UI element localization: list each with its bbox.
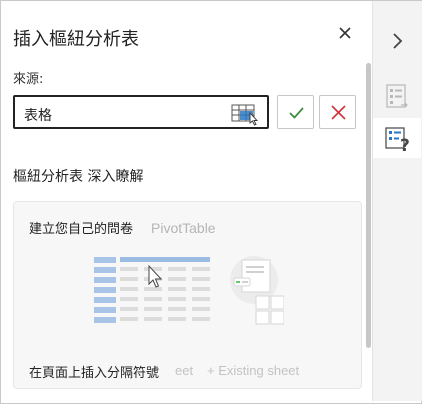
card-line-primary: 建立您自己的問卷 xyxy=(29,222,134,237)
pivot-help-button[interactable]: ? xyxy=(372,118,421,158)
x-icon xyxy=(331,105,346,120)
pivot-help-icon: ? xyxy=(385,127,410,156)
checkmark-icon xyxy=(289,107,304,119)
source-value: 表格 xyxy=(24,108,52,124)
card-ghost-existing-sheet: + Existing sheet xyxy=(207,363,300,378)
pane-scrollbar[interactable] xyxy=(366,63,371,348)
confirm-button[interactable] xyxy=(277,95,314,129)
source-label: 來源: xyxy=(13,72,44,87)
insert-pivot-pane: 插入樞紐分析表 來源: 表格 樞紐分析表 深入瞭解 建立您自己的問卷 Pivot… xyxy=(1,1,371,401)
svg-text:?: ? xyxy=(400,136,410,156)
field-list-icon xyxy=(386,84,408,108)
card-line-secondary: 在頁面上插入分隔符號 xyxy=(29,366,160,381)
insights-heading: 樞紐分析表 深入瞭解 xyxy=(13,169,144,185)
collapse-pane-button[interactable] xyxy=(372,22,421,62)
card-ghost-new-sheet: eet xyxy=(175,363,194,378)
source-input[interactable]: 表格 xyxy=(13,95,269,129)
close-icon[interactable] xyxy=(335,23,355,43)
field-list-button[interactable] xyxy=(372,78,421,118)
table-select-icon[interactable] xyxy=(231,102,261,126)
pivot-suggestion-card[interactable]: 建立您自己的問卷 PivotTable 在頁面上插入分隔符號 eet + Exi… xyxy=(13,201,362,389)
chevron-right-icon xyxy=(393,33,403,49)
cancel-button[interactable] xyxy=(319,95,356,129)
card-line-ghost: PivotTable xyxy=(151,220,216,236)
pivot-illustration-icon xyxy=(94,256,284,325)
pane-title: 插入樞紐分析表 xyxy=(13,29,139,50)
